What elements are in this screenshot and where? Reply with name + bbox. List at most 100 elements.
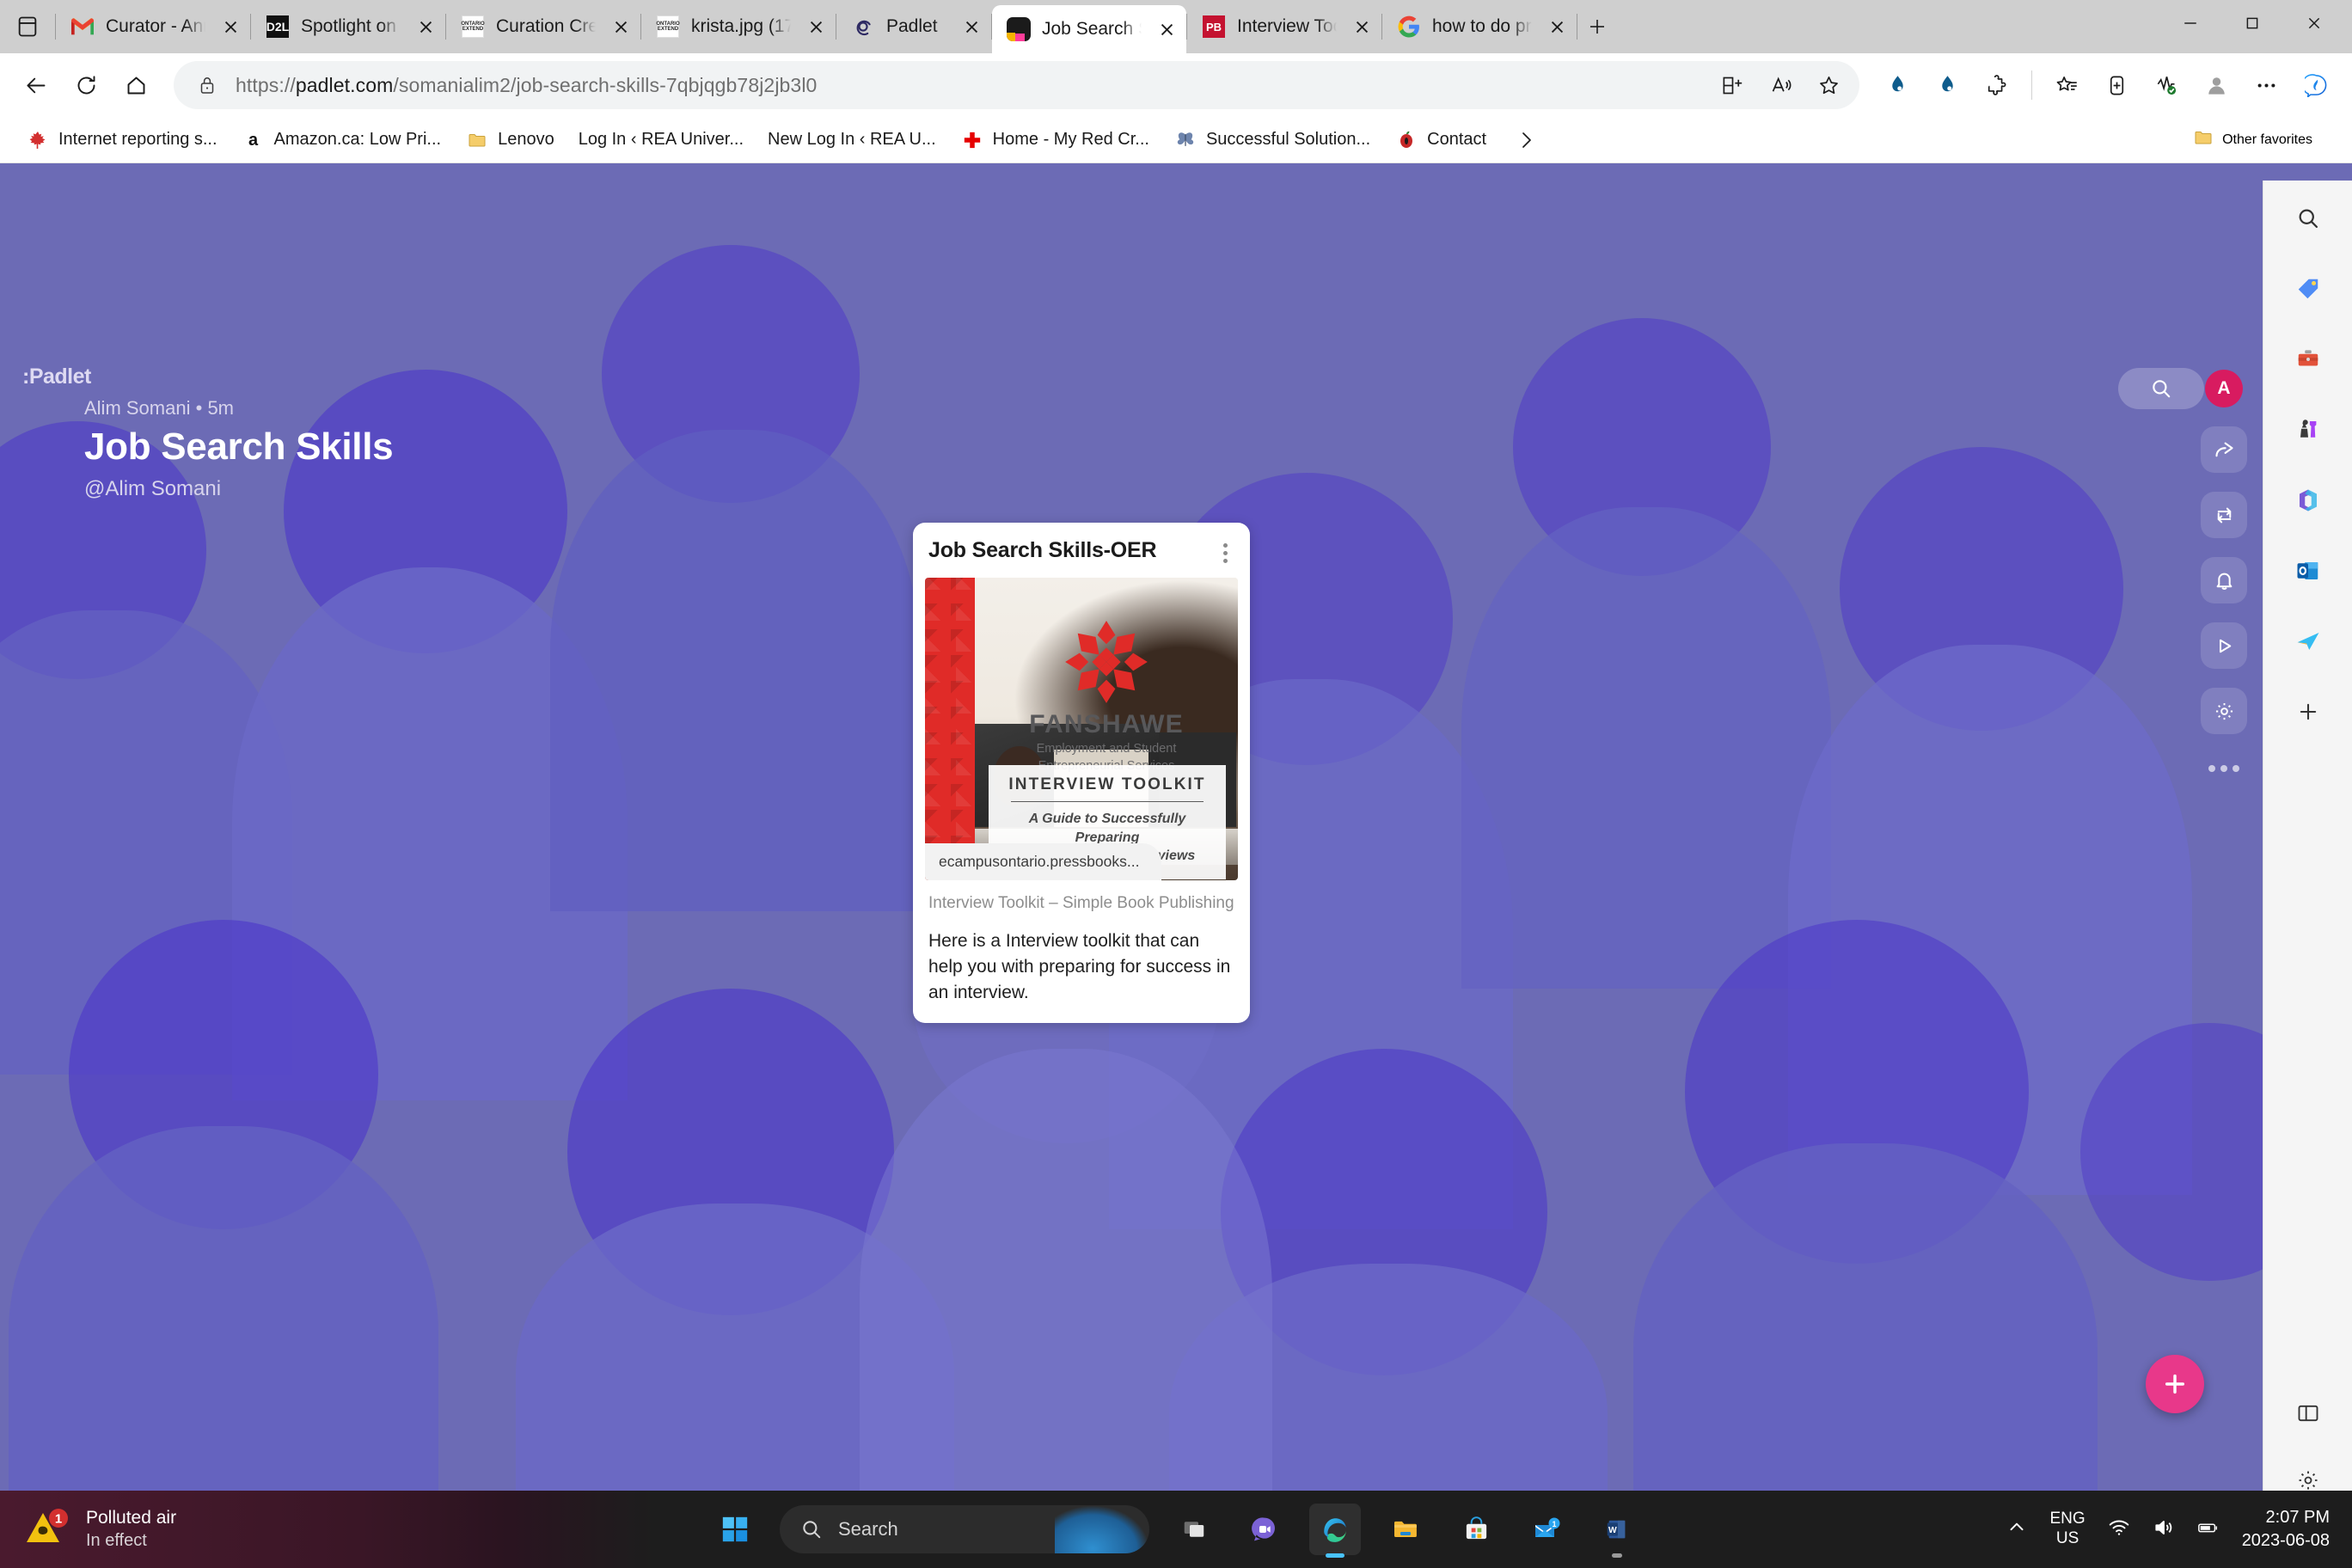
- browser-toolbar: https://padlet.com/somanialim2/job-searc…: [0, 53, 2352, 117]
- link-preview-image[interactable]: FANSHAWE Employment and Student Entrepre…: [925, 578, 1238, 880]
- battery-icon[interactable]: [2197, 1516, 2220, 1543]
- bookmark-item[interactable]: Contact: [1384, 123, 1497, 157]
- red-cross-icon: [960, 128, 984, 152]
- padlet-post[interactable]: Job Search Skills-OER FANSHAWE Employmen…: [913, 523, 1250, 1023]
- tools-icon[interactable]: [2289, 340, 2327, 378]
- bookmark-item[interactable]: Lenovo: [455, 123, 565, 157]
- bookmark-item[interactable]: Home - My Red Cr...: [950, 123, 1160, 157]
- close-icon[interactable]: [216, 12, 245, 41]
- read-aloud-icon[interactable]: [1758, 63, 1803, 107]
- extensions-puzzle-icon[interactable]: [1973, 61, 2021, 109]
- send-icon[interactable]: [2289, 622, 2327, 660]
- bookmark-item[interactable]: Log In ‹ REA Univer...: [568, 125, 754, 155]
- address-bar[interactable]: https://padlet.com/somanialim2/job-searc…: [174, 61, 1859, 109]
- slideshow-icon[interactable]: [2201, 622, 2247, 669]
- close-icon[interactable]: [1347, 12, 1376, 41]
- bookmark-item[interactable]: Internet reporting s...: [15, 123, 228, 157]
- browser-tab[interactable]: PB Interview Tool: [1187, 0, 1381, 53]
- games-icon[interactable]: [2289, 411, 2327, 449]
- refresh-button[interactable]: [62, 61, 110, 109]
- board-time: 5m: [207, 397, 234, 419]
- maximize-button[interactable]: [2221, 0, 2283, 46]
- close-icon[interactable]: [1152, 15, 1181, 44]
- close-icon[interactable]: [411, 12, 440, 41]
- browser-tab[interactable]: Padlet: [836, 0, 991, 53]
- add-post-button[interactable]: [2146, 1355, 2204, 1413]
- weather-badge-count: 1: [55, 1512, 62, 1527]
- other-favorites[interactable]: Other favorites: [2193, 127, 2337, 152]
- search-icon[interactable]: [2289, 199, 2327, 237]
- extension-2-icon[interactable]: [1923, 61, 1971, 109]
- microsoft-store-icon[interactable]: [1450, 1504, 1502, 1555]
- remake-icon[interactable]: [2201, 492, 2247, 538]
- bookmark-item[interactable]: a Amazon.ca: Low Pri...: [231, 123, 452, 157]
- add-icon[interactable]: [2289, 693, 2327, 731]
- minimize-button[interactable]: [2159, 0, 2221, 46]
- tab-actions-button[interactable]: [0, 0, 55, 53]
- folder-icon: [465, 128, 489, 152]
- post-header: Job Search Skills-OER: [913, 523, 1250, 578]
- collections-icon[interactable]: [2043, 61, 2091, 109]
- home-button[interactable]: [112, 61, 160, 109]
- more-options-icon[interactable]: [1212, 538, 1238, 567]
- browser-tab[interactable]: ONTARIOEXTEND krista.jpg (173: [641, 0, 836, 53]
- browser-tab-active[interactable]: Job Search Sk: [992, 5, 1186, 53]
- outlook-icon[interactable]: [2289, 552, 2327, 590]
- padlet-logo[interactable]: :Padlet: [22, 364, 91, 389]
- show-hidden-icons[interactable]: [2006, 1516, 2028, 1543]
- microsoft-edge-icon[interactable]: [1309, 1504, 1361, 1558]
- wifi-icon[interactable]: [2108, 1516, 2130, 1543]
- chevron-right-icon[interactable]: [1507, 121, 1545, 159]
- shopping-tag-icon[interactable]: [2289, 270, 2327, 308]
- microsoft-word-icon[interactable]: W: [1591, 1504, 1643, 1558]
- task-view-icon[interactable]: [1168, 1504, 1220, 1555]
- settings-and-more-icon[interactable]: [2242, 61, 2290, 109]
- split-screen-icon[interactable]: [1710, 63, 1755, 107]
- language-indicator[interactable]: ENG US: [2050, 1510, 2086, 1549]
- close-icon[interactable]: [606, 12, 635, 41]
- close-icon[interactable]: [1542, 12, 1571, 41]
- browser-tab[interactable]: Curator - Ann: [56, 0, 250, 53]
- avatar[interactable]: [2192, 61, 2240, 109]
- microsoft-teams-icon[interactable]: [1239, 1504, 1290, 1555]
- weather-title: Polluted air: [86, 1508, 177, 1528]
- browser-tab[interactable]: D2L Spotlight on R: [251, 0, 445, 53]
- gear-icon[interactable]: [2201, 688, 2247, 734]
- window-controls: [2159, 0, 2345, 53]
- bell-icon[interactable]: [2201, 557, 2247, 603]
- bookmark-item[interactable]: Successful Solution...: [1163, 123, 1381, 157]
- bookmark-label: Lenovo: [498, 130, 554, 149]
- link-domain[interactable]: ecampusontario.pressbooks...: [925, 843, 1162, 880]
- avatar[interactable]: A: [2205, 370, 2243, 407]
- search-input[interactable]: Search: [780, 1505, 1149, 1553]
- edge-sidebar: [2263, 181, 2352, 1508]
- padlet-board-icon: [1006, 16, 1032, 42]
- share-icon[interactable]: [2201, 426, 2247, 473]
- close-icon[interactable]: [957, 12, 986, 41]
- mail-icon[interactable]: 1: [1521, 1504, 1572, 1555]
- favorite-star-icon[interactable]: [1806, 63, 1851, 107]
- browser-essentials-icon[interactable]: [2092, 61, 2141, 109]
- browser-tab[interactable]: how to do pri: [1382, 0, 1577, 53]
- split-screen-icon[interactable]: [2289, 1394, 2327, 1432]
- performance-icon[interactable]: [2142, 61, 2190, 109]
- weather-widget[interactable]: 1 Polluted air In effect: [0, 1491, 653, 1568]
- extension-1-icon[interactable]: [1873, 61, 1921, 109]
- close-icon[interactable]: [801, 12, 830, 41]
- clock[interactable]: 2:07 PM 2023-06-08: [2242, 1506, 2330, 1553]
- tab-title: Curation Crea: [496, 16, 596, 36]
- back-button[interactable]: [12, 61, 60, 109]
- browser-tab[interactable]: ONTARIOEXTEND Curation Crea: [446, 0, 640, 53]
- file-explorer-icon[interactable]: [1380, 1504, 1431, 1555]
- bookmark-item[interactable]: New Log In ‹ REA U...: [757, 125, 946, 155]
- new-tab-button[interactable]: [1577, 7, 1617, 46]
- windows-start-icon[interactable]: [709, 1504, 761, 1555]
- maple-leaf-icon: [26, 128, 50, 152]
- copilot-icon[interactable]: [2292, 61, 2340, 109]
- volume-icon[interactable]: [2153, 1516, 2175, 1543]
- search-placeholder: Search: [838, 1518, 898, 1540]
- close-window-button[interactable]: [2283, 0, 2345, 46]
- more-icon[interactable]: [2208, 765, 2239, 772]
- tab-title: Interview Tool: [1237, 16, 1337, 36]
- microsoft-365-icon[interactable]: [2289, 481, 2327, 519]
